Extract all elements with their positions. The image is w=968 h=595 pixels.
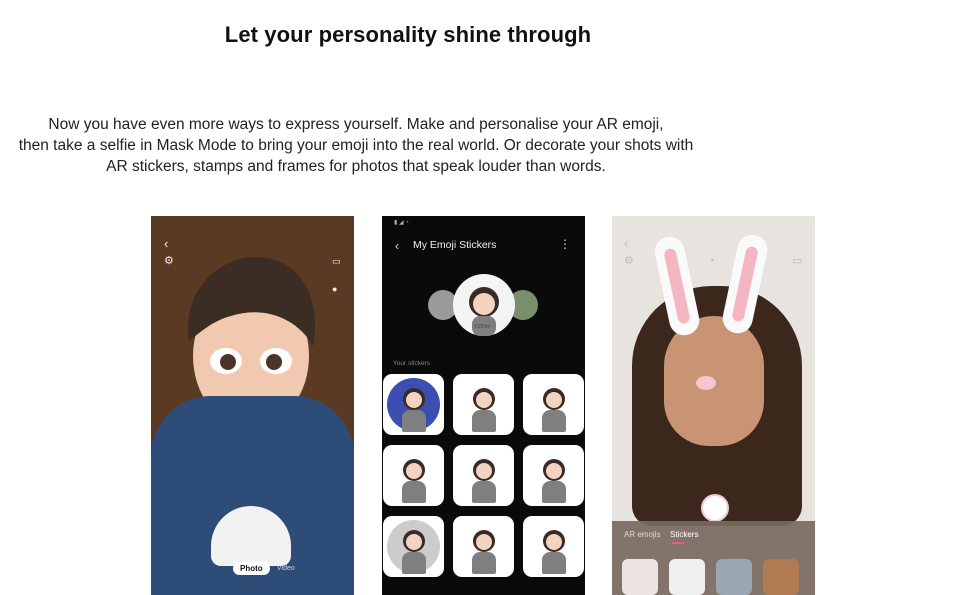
avatar-name: YZKim <box>474 324 491 330</box>
bear-sticker-icon[interactable] <box>763 559 799 595</box>
stickers-header-title: My Emoji Stickers <box>413 239 497 251</box>
sticker-tile[interactable] <box>523 516 584 577</box>
shutter-button[interactable] <box>701 494 729 522</box>
bunny-nose <box>696 376 716 390</box>
description-line: Now you have even more ways to express y… <box>48 116 664 133</box>
bunny-sticker-icon[interactable] <box>622 559 658 595</box>
back-icon[interactable]: ‹ <box>164 237 168 250</box>
more-icon[interactable]: ● <box>332 284 337 295</box>
more-options-icon[interactable]: ⋮ <box>559 237 571 251</box>
aspect-ratio-icon[interactable]: ▭ <box>332 256 341 267</box>
video-mode-tab[interactable]: Video <box>277 565 295 572</box>
timer-icon[interactable]: ◔ <box>708 256 715 267</box>
sticker-tile[interactable] <box>383 516 444 577</box>
sticker-tile[interactable] <box>383 374 444 435</box>
party-sticker-icon[interactable] <box>716 559 752 595</box>
sticker-tile[interactable] <box>453 374 514 435</box>
phone-screenshot-ar-stickers: ‹ ⚙ ◔ ▭ AR emojis Stickers <box>612 216 815 595</box>
sticker-tile[interactable] <box>523 445 584 506</box>
sticker-tile[interactable] <box>383 445 444 506</box>
photo-mode-tab[interactable]: Photo <box>233 562 270 575</box>
sticker-tile[interactable] <box>523 374 584 435</box>
page-title: Let your personality shine through <box>224 22 592 47</box>
back-icon[interactable]: ‹ <box>624 237 628 250</box>
panda-sticker-icon[interactable] <box>669 559 705 595</box>
description-line: AR stickers, stamps and frames for photo… <box>106 158 606 175</box>
phone-screenshot-emoji-stickers: ▮ ◢ ◔ ‹ My Emoji Stickers ⋮ YZKim Your s… <box>382 216 585 595</box>
sticker-tile[interactable] <box>453 516 514 577</box>
status-bar-icons: ▮ ◢ ◔ <box>394 220 409 226</box>
page-description: Now you have even more ways to express y… <box>0 114 712 177</box>
tab-stickers[interactable]: Stickers <box>670 530 698 539</box>
your-stickers-label: Your stickers <box>393 360 430 367</box>
aspect-ratio-icon[interactable]: ▭ <box>792 256 802 267</box>
back-icon[interactable]: ‹ <box>395 239 399 253</box>
description-line: then take a selfie in Mask Mode to bring… <box>18 137 694 154</box>
phone-screenshot-mask-mode: ‹ ⚙ ◔ ▭ ● Photo Video <box>151 216 354 595</box>
sticker-tile[interactable] <box>453 445 514 506</box>
active-tab-indicator <box>672 542 684 544</box>
settings-icon[interactable]: ⚙ <box>624 256 634 267</box>
tab-ar-emojis[interactable]: AR emojis <box>624 530 660 539</box>
